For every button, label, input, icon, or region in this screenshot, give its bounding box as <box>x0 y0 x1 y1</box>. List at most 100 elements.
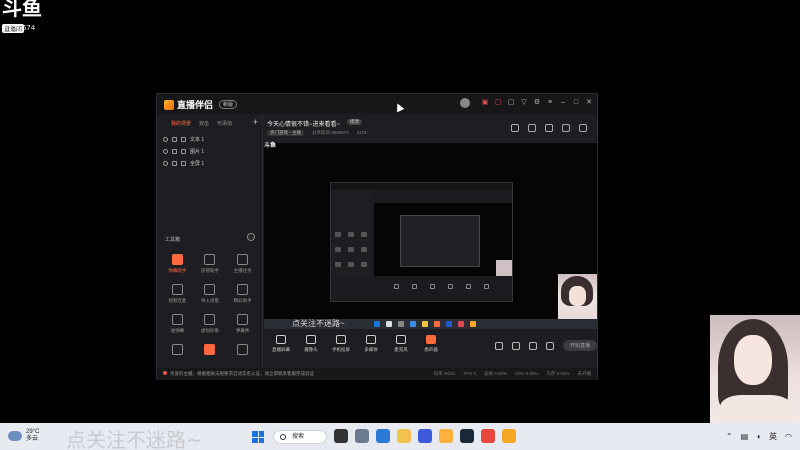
app-icon[interactable] <box>481 429 495 443</box>
tool-host-tasks[interactable]: 主播任务 <box>226 254 259 274</box>
nested-tool <box>348 247 354 252</box>
windows-start-icon[interactable] <box>252 431 264 443</box>
network-icon[interactable]: ▤ <box>741 432 749 441</box>
title-bar-icons: ▣ ▢ ▢ ▽ ⚙ ≡ – □ ✕ <box>460 98 593 108</box>
bell-icon[interactable] <box>562 124 570 132</box>
nested-tool <box>335 232 341 237</box>
nested-tool <box>361 247 367 252</box>
tab-addable[interactable]: 可添加 <box>217 120 232 127</box>
menu-icon[interactable]: ≡ <box>546 99 554 107</box>
eye-icon[interactable] <box>163 136 168 142</box>
tool-send-danmaku[interactable]: 送弹幕 <box>161 314 194 334</box>
share-icon[interactable] <box>579 124 587 132</box>
steam-icon <box>446 321 452 327</box>
camera-button[interactable]: 摄像头 <box>298 335 324 353</box>
tool-avatar[interactable]: 虚拟形象 <box>194 314 227 334</box>
alert-icon <box>163 371 167 375</box>
bell-icon[interactable] <box>528 341 537 350</box>
volume-icon[interactable]: ◖ <box>756 432 761 441</box>
language-indicator[interactable]: 英 <box>769 431 777 442</box>
record-icon[interactable] <box>511 124 519 132</box>
tool-label: 麦克风 <box>394 347 408 352</box>
nested-tool <box>348 232 354 237</box>
app-icon[interactable] <box>418 429 432 443</box>
tool-video-link[interactable]: 视频连麦 <box>161 284 194 304</box>
more-icon[interactable]: … <box>247 233 255 241</box>
minimize-icon[interactable]: – <box>559 99 567 107</box>
nested-tool <box>361 232 367 237</box>
files-icon[interactable] <box>355 429 369 443</box>
record-icon[interactable] <box>494 341 503 350</box>
tab-double-click[interactable]: 双击 <box>199 120 209 127</box>
source-item[interactable]: 全屏 1 <box>157 157 262 169</box>
add-source-button[interactable]: + <box>253 117 258 127</box>
tool-chart[interactable] <box>161 344 194 358</box>
stream-actions <box>511 124 587 132</box>
wifi-icon[interactable]: ◠ <box>785 432 792 441</box>
lock-icon[interactable] <box>172 160 177 166</box>
lock-icon[interactable] <box>528 124 536 132</box>
folder-icon <box>422 321 428 327</box>
nested-webcam <box>496 260 512 276</box>
lock-icon[interactable] <box>172 136 177 142</box>
search-icon <box>280 434 286 440</box>
tool-label: 精彩助手 <box>233 298 252 303</box>
info-icon[interactable] <box>511 341 520 350</box>
stream-meta: 热门游戏 - 主播 分享房间 8656674 1173 <box>267 130 366 136</box>
version-badge[interactable]: 新版 <box>219 100 238 109</box>
chevron-up-icon[interactable]: ⌃ <box>726 432 733 441</box>
douyu-watermark: 斗鱼 直播间 8656674 <box>2 0 42 33</box>
tool-label: 送弹幕 <box>170 328 185 333</box>
layout-icon[interactable] <box>545 124 553 132</box>
go-live-button[interactable]: 开始直播 <box>562 340 597 351</box>
tool-import-scene[interactable]: 导入场景 <box>194 284 227 304</box>
skin-icon[interactable]: ▽ <box>520 99 528 107</box>
notice-message[interactable]: 亲爱的主播，根据相关法规要求启动实名认证，请立即联系客服完成验证 <box>163 371 314 377</box>
tool-danmaku-helper[interactable]: 弹幕助手 <box>161 254 194 274</box>
tool-highlights[interactable]: 精彩助手 <box>226 284 259 304</box>
tool-danmaku-show[interactable]: 弹幕秀 <box>226 314 259 334</box>
steam-icon[interactable] <box>460 429 474 443</box>
tool-more[interactable] <box>194 344 227 358</box>
taskbar-search[interactable]: 搜索 <box>273 430 327 444</box>
start-icon <box>374 321 380 327</box>
tool-label: 弹幕秀 <box>235 328 250 333</box>
category-badge[interactable]: 热门游戏 - 主播 <box>267 130 304 136</box>
stream-preview[interactable]: 斗鱼 <box>264 143 597 325</box>
maximize-icon[interactable]: □ <box>572 99 580 107</box>
avatar[interactable] <box>460 98 470 108</box>
live-companion-window: 直播伴侣 新版 ▣ ▢ ▢ ▽ ⚙ ≡ – □ ✕ 我的场景 双击 可添加 + <box>156 93 598 380</box>
chat-icon[interactable]: ▢ <box>507 99 515 107</box>
nested-tool-icon <box>394 284 399 289</box>
settings-icon[interactable]: ⚙ <box>533 99 541 107</box>
nested-title-bar <box>331 183 512 190</box>
source-label: 图片 1 <box>190 148 205 155</box>
speaker-button[interactable]: 扬声器 <box>418 335 444 353</box>
files-icon <box>398 321 404 327</box>
eye-icon[interactable] <box>163 160 168 166</box>
edge-icon[interactable] <box>376 429 390 443</box>
monitor-icon <box>276 335 286 344</box>
media-button[interactable]: 多媒体 <box>358 335 384 353</box>
close-icon[interactable]: ✕ <box>585 99 593 107</box>
settings-icon[interactable] <box>545 341 554 350</box>
weather-widget[interactable]: 29°C 多云 <box>8 429 39 443</box>
mic-icon <box>396 335 406 344</box>
message-icon[interactable]: ▢ <box>494 99 502 107</box>
phone-cast-button[interactable]: 手机投屏 <box>328 335 354 353</box>
gift-icon[interactable]: ▣ <box>481 99 489 107</box>
eye-icon[interactable] <box>163 148 168 154</box>
microphone-button[interactable]: 麦克风 <box>388 335 414 353</box>
folder-icon[interactable] <box>397 429 411 443</box>
app-icon[interactable] <box>502 429 516 443</box>
screen-capture-button[interactable]: 直播屏幕 <box>268 335 294 353</box>
tab-my-scene[interactable]: 我的场景 <box>171 120 191 127</box>
source-item[interactable]: 图片 1 <box>157 145 262 157</box>
task-view-icon[interactable] <box>334 429 348 443</box>
edit-title-button[interactable]: 修改 <box>347 119 362 125</box>
live-companion-icon[interactable] <box>439 429 453 443</box>
lock-icon[interactable] <box>172 148 177 154</box>
source-item[interactable]: 文本 1 <box>157 133 262 145</box>
tool-room-manager[interactable]: 房管助手 <box>194 254 227 274</box>
tool-download[interactable] <box>226 344 259 358</box>
